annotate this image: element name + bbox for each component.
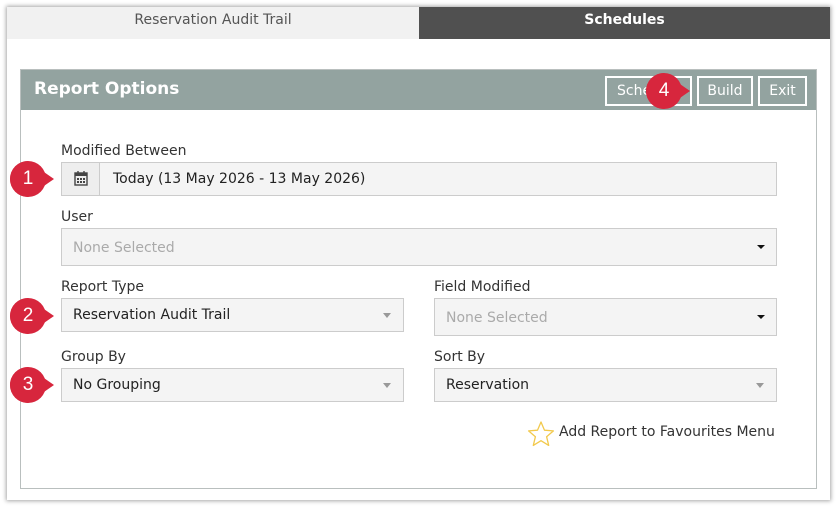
exit-button[interactable]: Exit [758,76,807,106]
chevron-down-icon [757,315,765,319]
user-label: User [61,209,93,225]
user-placeholder: None Selected [73,240,175,256]
callout-marker-2: 2 [8,296,56,336]
callout-number: 3 [22,374,34,395]
group-by-label: Group By [61,349,126,365]
modified-between-value: Today (13 May 2026 - 13 May 2026) [113,171,366,187]
tab-schedules[interactable]: Schedules [419,7,830,39]
group-by-value: No Grouping [73,377,161,393]
field-modified-select[interactable]: None Selected [434,298,777,336]
callout-marker-1: 1 [8,159,56,199]
sort-by-value: Reservation [446,377,530,393]
chevron-down-icon [383,383,391,388]
user-select[interactable]: None Selected [61,228,777,266]
modified-between-field[interactable]: Today (13 May 2026 - 13 May 2026) [61,162,777,196]
field-modified-label: Field Modified [434,279,531,295]
sort-by-label: Sort By [434,349,486,365]
tab-bar: Reservation Audit Trail Schedules [7,7,830,39]
report-type-label: Report Type [61,279,145,295]
callout-number: 2 [22,305,34,326]
modified-between-label: Modified Between [61,143,187,159]
callout-number: 1 [22,168,34,189]
chevron-down-icon [756,383,764,388]
group-by-select[interactable]: No Grouping [61,368,404,402]
callout-number: 4 [658,80,670,101]
tab-reservation-audit-trail[interactable]: Reservation Audit Trail [7,7,419,39]
panel-title: Report Options [34,79,180,99]
star-outline-icon [527,421,555,447]
report-options-panel: Report Options Schedule Build Exit Modif… [20,69,817,489]
panel-header: Report Options Schedule Build Exit [21,70,816,110]
report-window: Reservation Audit Trail Schedules Report… [7,7,830,500]
calendar-icon[interactable] [62,163,100,195]
callout-marker-4: 4 [644,71,692,111]
report-type-select[interactable]: Reservation Audit Trail [61,298,404,332]
callout-marker-3: 3 [8,365,56,405]
field-modified-placeholder: None Selected [446,310,548,326]
sort-by-select[interactable]: Reservation [434,368,777,402]
chevron-down-icon [383,313,391,318]
report-type-value: Reservation Audit Trail [73,307,231,323]
build-button[interactable]: Build [697,76,753,106]
add-to-favourites-label: Add Report to Favourites Menu [559,424,775,440]
chevron-down-icon [757,245,765,249]
